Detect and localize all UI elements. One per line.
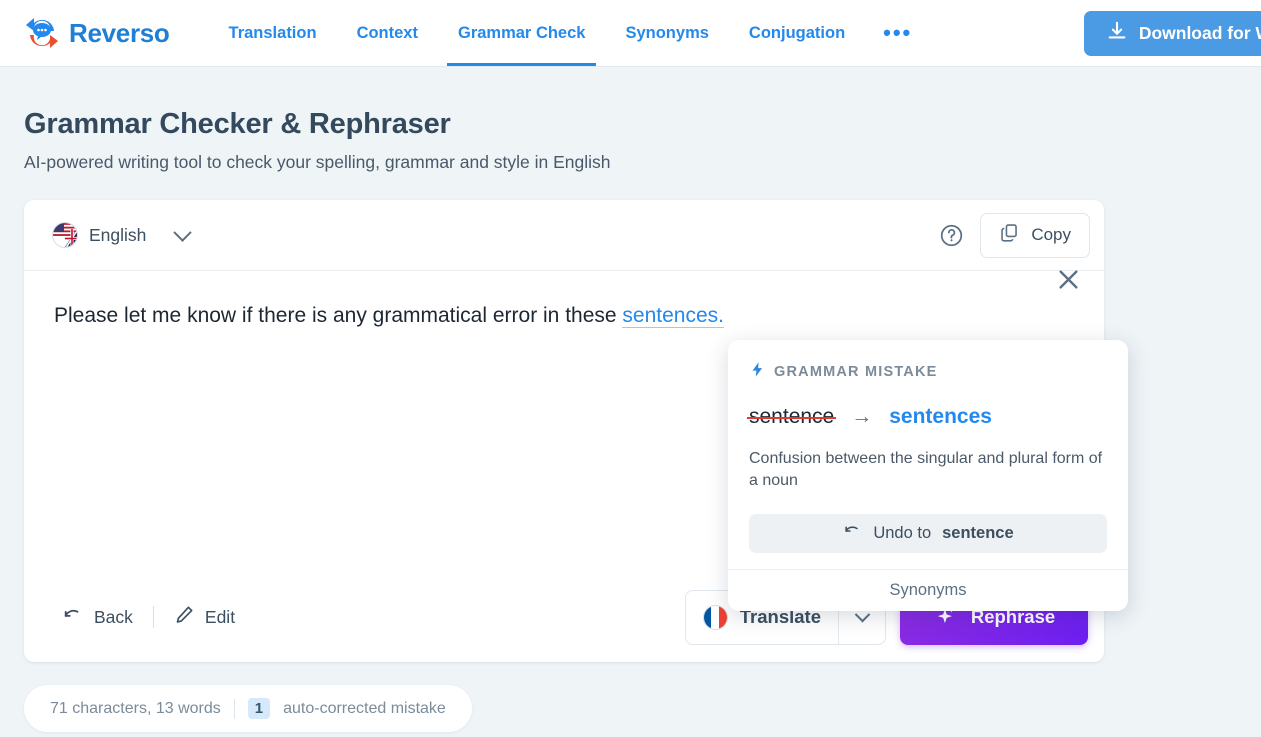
nav-item-grammar-check[interactable]: Grammar Check <box>438 0 605 66</box>
editor-text[interactable]: Please let me know if there is any gramm… <box>54 301 1074 331</box>
nav-item-conjugation[interactable]: Conjugation <box>729 0 865 66</box>
character-word-count: 71 characters, 13 words <box>50 699 221 717</box>
download-button[interactable]: Download for W <box>1083 11 1261 56</box>
editor-toolbar: English Copy <box>24 200 1104 271</box>
original-word: sentence <box>746 405 837 428</box>
popup-description: Confusion between the singular and plura… <box>749 450 1103 490</box>
close-x-icon[interactable] <box>1046 257 1090 301</box>
copy-button-label: Copy <box>1031 225 1071 244</box>
stats-bar: 71 characters, 13 words 1 auto-corrected… <box>24 685 472 732</box>
language-label: English <box>89 224 147 245</box>
copy-icon <box>999 222 1020 248</box>
suggested-word[interactable]: sentences <box>889 405 992 429</box>
undo-button[interactable]: Undo to sentence <box>749 514 1107 554</box>
chevron-down-icon[interactable] <box>173 222 193 242</box>
editor-text-after: . <box>718 304 724 328</box>
back-button-label: Back <box>94 606 133 627</box>
grammar-suggestion-popup: GRAMMAR MISTAKE sentence → sentences Con… <box>728 340 1128 612</box>
mistake-count-badge: 1 <box>247 698 271 719</box>
pencil-icon <box>174 604 195 630</box>
france-flag-icon <box>702 604 728 630</box>
main-nav: Translation Context Grammar Check Synony… <box>209 0 931 66</box>
question-mark-circle-icon[interactable] <box>939 223 964 248</box>
editor-text-before: Please let me know if there is any gramm… <box>54 304 623 327</box>
copy-button[interactable]: Copy <box>980 212 1090 258</box>
brand-logo[interactable]: Reverso <box>24 0 170 66</box>
popup-kicker-label: GRAMMAR MISTAKE <box>774 363 938 380</box>
download-icon <box>1106 20 1128 47</box>
top-header: Reverso Translation Context Grammar Chec… <box>0 0 1261 67</box>
edit-button[interactable]: Edit <box>166 598 243 636</box>
undo-arrow-icon <box>842 521 862 546</box>
corrected-word[interactable]: sentences <box>622 304 719 328</box>
popup-synonyms-link[interactable]: Synonyms <box>728 569 1128 611</box>
mistake-label: auto-corrected mistake <box>283 699 446 717</box>
lightning-bolt-icon <box>749 360 766 383</box>
undo-button-word: sentence <box>942 524 1014 543</box>
edit-button-label: Edit <box>204 606 236 627</box>
popup-suggestion-row: sentence → sentences <box>746 405 1107 429</box>
brand-name: Reverso <box>69 17 170 48</box>
nav-item-translation[interactable]: Translation <box>209 0 337 66</box>
undo-button-prefix: Undo to <box>873 524 932 543</box>
nav-item-context[interactable]: Context <box>337 0 438 66</box>
back-button[interactable]: Back <box>54 598 141 637</box>
action-divider <box>152 606 154 628</box>
reverso-logo-icon <box>24 15 60 51</box>
language-selector[interactable]: English <box>52 222 193 248</box>
page-subtitle: AI-powered writing tool to check your sp… <box>24 152 611 172</box>
undo-arrow-icon <box>62 604 84 631</box>
uk-us-combined-flag-icon <box>52 222 78 248</box>
download-button-label: Download for W <box>1138 23 1261 43</box>
stats-divider <box>233 698 235 719</box>
popup-kicker: GRAMMAR MISTAKE <box>749 360 1107 383</box>
arrow-right-icon: → <box>851 405 873 428</box>
nav-more-icon[interactable]: ••• <box>865 0 930 66</box>
nav-item-synonyms[interactable]: Synonyms <box>605 0 728 66</box>
page-title: Grammar Checker & Rephraser <box>24 108 451 140</box>
editor-toolbar-right: Copy <box>939 212 1090 258</box>
